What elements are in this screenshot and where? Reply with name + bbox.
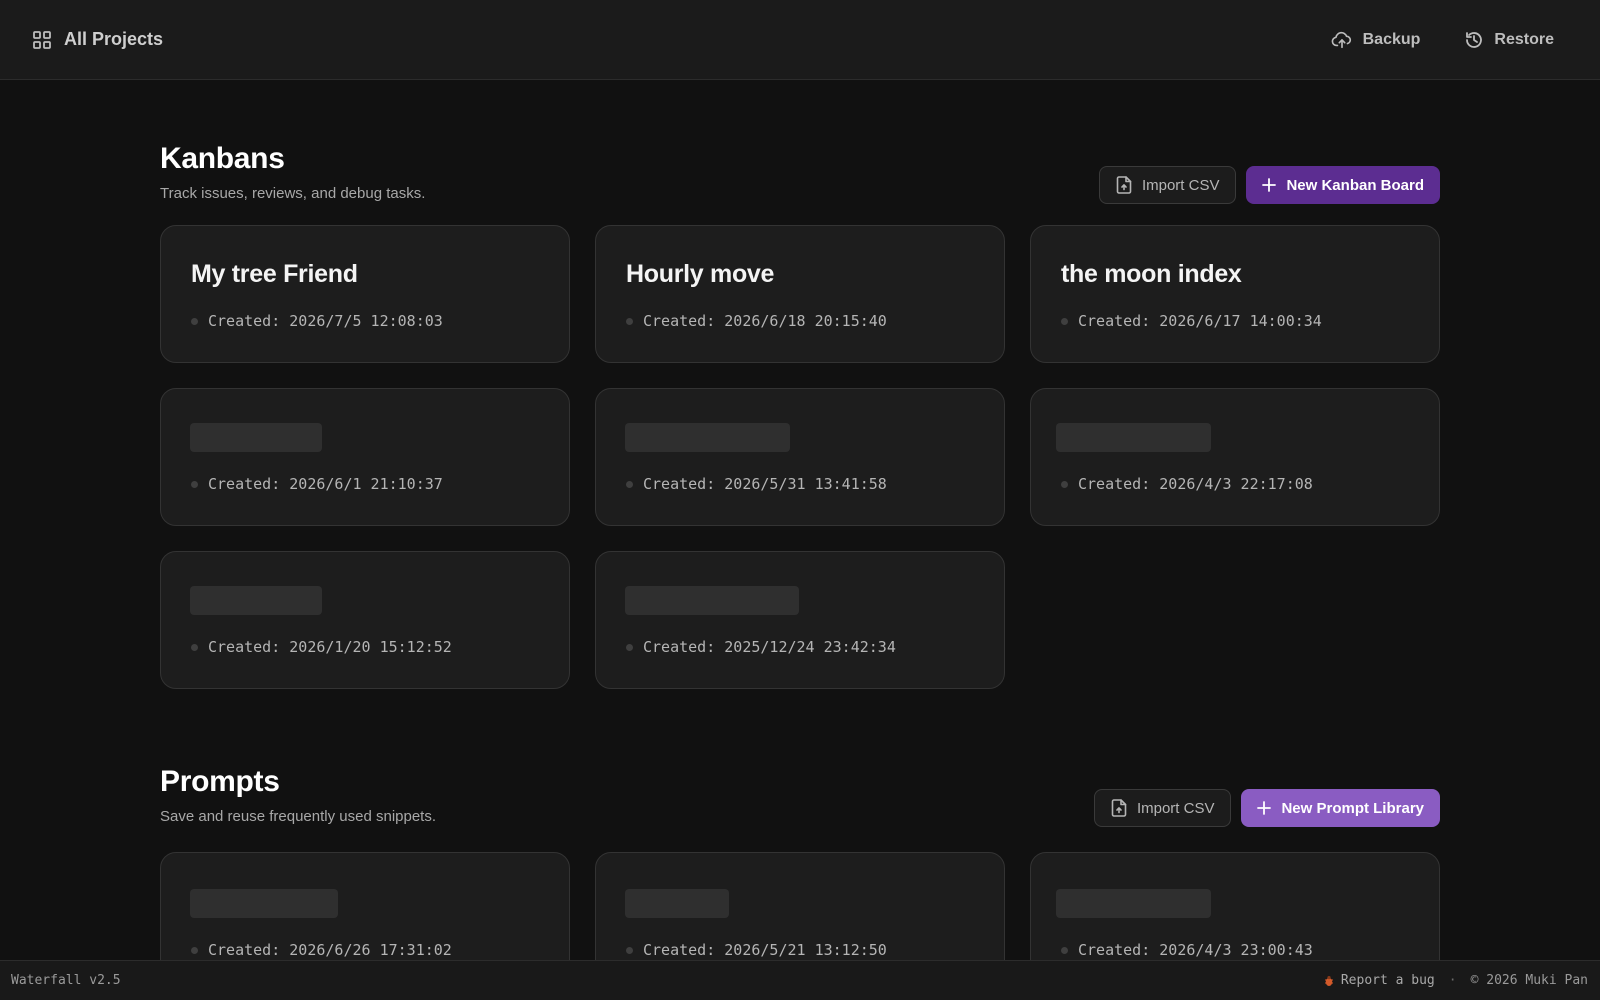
kanban-import-csv-button[interactable]: Import CSV [1098, 166, 1237, 204]
footer: Waterfall v2.5 Report a bug · © 2026 Muk… [0, 960, 1600, 1000]
card-meta: Created: 2026/6/26 17:31:02 [191, 941, 452, 959]
created-date: Created: 2026/4/3 23:00:43 [1078, 941, 1313, 959]
prompt-card[interactable]: Created: 2026/4/3 23:00:43 [1030, 852, 1440, 960]
created-date: Created: 2026/1/20 15:12:52 [208, 638, 452, 656]
prompt-import-label: Import CSV [1136, 799, 1215, 817]
prompts-actions: Import CSV New Prompt Library [1093, 789, 1440, 827]
title-placeholder [1056, 423, 1211, 452]
card-meta: Created: 2026/5/21 13:12:50 [626, 941, 887, 959]
kanbans-header: Kanbans Track issues, reviews, and debug… [160, 80, 1440, 225]
prompts-subtitle: Save and reuse frequently used snippets. [160, 808, 437, 825]
created-date: Created: 2026/6/17 14:00:34 [1078, 312, 1322, 330]
kanban-import-label: Import CSV [1141, 176, 1220, 194]
prompt-card[interactable]: Created: 2026/5/21 13:12:50 [595, 852, 1005, 960]
file-upload-icon [1111, 799, 1127, 817]
report-bug-label: Report a bug [1340, 973, 1435, 988]
file-upload-icon [1116, 176, 1132, 194]
status-dot-icon [191, 946, 198, 954]
kanban-card[interactable]: Created: 2026/1/20 15:12:52 [160, 551, 570, 689]
created-date: Created: 2026/6/1 21:10:37 [208, 475, 443, 493]
prompts-title: Prompts [160, 765, 280, 798]
created-date: Created: 2025/12/24 23:42:34 [643, 638, 896, 656]
title-placeholder [190, 889, 338, 918]
page-title: All Projects [64, 29, 164, 49]
grid-icon [32, 30, 52, 50]
card-meta: Created: 2026/6/17 14:00:34 [1061, 312, 1322, 330]
report-bug-link[interactable]: Report a bug [1323, 973, 1435, 988]
kanbans-subtitle: Track issues, reviews, and debug tasks. [160, 185, 426, 202]
new-kanban-label: New Kanban Board [1286, 176, 1424, 194]
kanban-card[interactable]: Created: 2026/4/3 22:17:08 [1030, 388, 1440, 526]
footer-right: Report a bug · © 2026 Muki Pan [1323, 973, 1588, 988]
status-dot-icon [626, 317, 633, 325]
kanban-grid: My tree Friend Created: 2026/7/5 12:08:0… [160, 225, 1440, 689]
created-date: Created: 2026/5/21 13:12:50 [643, 941, 887, 959]
bug-icon [1323, 975, 1335, 987]
all-projects-link[interactable]: All Projects [32, 29, 163, 50]
prompt-grid: Created: 2026/6/26 17:31:02 Created: 202… [160, 852, 1440, 960]
history-icon [1464, 30, 1484, 50]
restore-button[interactable]: Restore [1464, 30, 1554, 50]
kanban-card[interactable]: Created: 2025/12/24 23:42:34 [595, 551, 1005, 689]
status-dot-icon [1061, 317, 1068, 325]
new-prompt-label: New Prompt Library [1281, 799, 1424, 817]
card-meta: Created: 2026/6/1 21:10:37 [191, 475, 443, 493]
plus-icon [1257, 801, 1272, 815]
kanbans-actions: Import CSV New Kanban Board [1098, 166, 1440, 204]
status-dot-icon [626, 946, 633, 954]
title-placeholder [190, 586, 322, 615]
new-kanban-board-button[interactable]: New Kanban Board [1246, 166, 1440, 204]
main-content: Kanbans Track issues, reviews, and debug… [160, 80, 1440, 960]
card-meta: Created: 2026/5/31 13:41:58 [626, 475, 887, 493]
restore-label: Restore [1494, 30, 1554, 48]
kanbans-title: Kanbans [160, 142, 285, 175]
prompts-header: Prompts Save and reuse frequently used s… [160, 703, 1440, 848]
title-placeholder [625, 889, 729, 918]
cloud-upload-icon [1331, 30, 1353, 50]
created-date: Created: 2026/5/31 13:41:58 [643, 475, 887, 493]
title-placeholder [1056, 889, 1211, 918]
status-dot-icon [191, 317, 198, 325]
card-meta: Created: 2026/7/5 12:08:03 [191, 312, 443, 330]
status-dot-icon [191, 480, 198, 488]
plus-icon [1262, 178, 1277, 192]
card-meta: Created: 2025/12/24 23:42:34 [626, 638, 896, 656]
card-title: My tree Friend [191, 260, 358, 288]
card-meta: Created: 2026/4/3 23:00:43 [1061, 941, 1313, 959]
prompt-import-csv-button[interactable]: Import CSV [1093, 789, 1232, 827]
status-dot-icon [1061, 946, 1068, 954]
title-placeholder [625, 586, 799, 615]
backup-label: Backup [1362, 30, 1421, 48]
card-meta: Created: 2026/4/3 22:17:08 [1061, 475, 1313, 493]
status-dot-icon [1061, 480, 1068, 488]
kanbans-section: Kanbans Track issues, reviews, and debug… [160, 80, 1440, 689]
card-meta: Created: 2026/1/20 15:12:52 [191, 638, 452, 656]
kanban-card[interactable]: My tree Friend Created: 2026/7/5 12:08:0… [160, 225, 570, 363]
created-date: Created: 2026/6/18 20:15:40 [643, 312, 887, 330]
title-placeholder [190, 423, 322, 452]
status-dot-icon [626, 643, 633, 651]
card-title: the moon index [1061, 260, 1242, 288]
top-actions: Backup Restore [1331, 30, 1568, 50]
new-prompt-library-button[interactable]: New Prompt Library [1241, 789, 1440, 827]
status-dot-icon [626, 480, 633, 488]
kanban-card[interactable]: the moon index Created: 2026/6/17 14:00:… [1030, 225, 1440, 363]
card-meta: Created: 2026/6/18 20:15:40 [626, 312, 887, 330]
status-dot-icon [191, 643, 198, 651]
backup-button[interactable]: Backup [1331, 30, 1421, 50]
card-title: Hourly move [626, 260, 775, 288]
prompt-card[interactable]: Created: 2026/6/26 17:31:02 [160, 852, 570, 960]
created-date: Created: 2026/6/26 17:31:02 [208, 941, 452, 959]
title-placeholder [625, 423, 790, 452]
created-date: Created: 2026/7/5 12:08:03 [208, 312, 443, 330]
prompts-section: Prompts Save and reuse frequently used s… [160, 703, 1440, 960]
footer-separator: · [1448, 973, 1457, 988]
copyright: © 2026 Muki Pan [1470, 973, 1588, 988]
app-version: Waterfall v2.5 [11, 973, 121, 988]
created-date: Created: 2026/4/3 22:17:08 [1078, 475, 1313, 493]
top-bar: All Projects Backup Restore [0, 0, 1600, 80]
kanban-card[interactable]: Hourly move Created: 2026/6/18 20:15:40 [595, 225, 1005, 363]
kanban-card[interactable]: Created: 2026/5/31 13:41:58 [595, 388, 1005, 526]
kanban-card[interactable]: Created: 2026/6/1 21:10:37 [160, 388, 570, 526]
